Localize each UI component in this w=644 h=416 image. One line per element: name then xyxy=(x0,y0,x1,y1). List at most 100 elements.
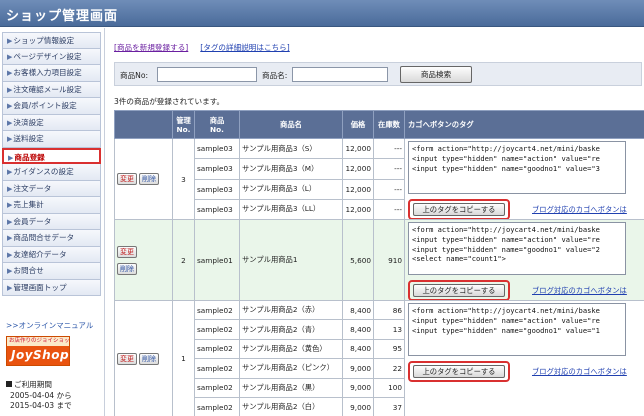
cell-name: サンプル用商品3（S） xyxy=(239,137,343,160)
top-links: [商品を新規登録する] [タグの詳細説明はこちら] xyxy=(114,42,290,53)
cell-price: 12,000 xyxy=(342,137,374,160)
search-button[interactable]: 商品検索 xyxy=(400,66,472,83)
cell-product-no: sample02 xyxy=(194,319,240,340)
sidebar-item-12[interactable]: ▶商品問合せデータ xyxy=(2,230,101,247)
tag-line: <input type="hidden" name="goodno1" valu… xyxy=(412,325,600,335)
tag-line: <input type="hidden" name="action" value… xyxy=(412,153,600,163)
product-name-label: 商品名: xyxy=(262,71,288,80)
search-bar: 商品No: 商品名: 商品検索 xyxy=(114,62,642,86)
sidebar-item-label: 管理画面トップ xyxy=(13,282,67,292)
triangle-right-icon: ▶ xyxy=(7,267,13,275)
delete-button[interactable]: 削除 xyxy=(117,262,137,275)
product-no-label: 商品No: xyxy=(120,71,149,80)
cell-name: サンプル用商品3（L） xyxy=(239,178,343,200)
edit-button[interactable]: 変更 xyxy=(117,173,137,185)
col-header-product-no: 商品 No. xyxy=(194,110,240,139)
triangle-right-icon: ▶ xyxy=(7,234,13,242)
table-row: 変更 削除 3 sample03 サンプル用商品3（S） 12,000 --- <form a… xyxy=(114,137,644,220)
logo-name: JoyShop xyxy=(7,346,69,365)
joyshop-logo[interactable]: お店作りのジョイショップ JoyShop xyxy=(6,336,70,366)
sidebar-item-label: 会員/ポイント設定 xyxy=(13,101,77,110)
row-actions: 変更 削除 xyxy=(114,219,173,301)
usage-period: ご利用期間 2005-04-04 から 2015-04-03 まで xyxy=(6,380,72,412)
sidebar-item-label: 決済設定 xyxy=(13,117,44,127)
table-header-row: 管理 No. 商品 No. 商品名 価格 在庫数 カゴへボタンのタグ xyxy=(114,110,644,139)
delete-button[interactable]: 削除 xyxy=(139,352,159,365)
edit-button[interactable]: 変更 xyxy=(117,352,137,365)
tag-help-link[interactable]: [タグの詳細説明はこちら] xyxy=(200,43,289,52)
cell-stock: 37 xyxy=(373,396,405,416)
usage-to: 2015-04-03 まで xyxy=(10,401,72,410)
cell-stock: 100 xyxy=(373,377,405,398)
delete-button[interactable]: 削除 xyxy=(139,173,159,185)
sidebar-item-3[interactable]: ▶注文確認メール設定 xyxy=(2,81,101,98)
copy-tag-button[interactable]: 上のタグをコピーする xyxy=(413,203,505,216)
sidebar-item-7[interactable]: ▶商品登録 xyxy=(2,147,101,164)
sidebar-item-1[interactable]: ▶ページデザイン設定 xyxy=(2,48,101,65)
col-header-name: 商品名 xyxy=(239,110,343,139)
blog-cart-link[interactable]: ブログ対応のカゴへボタンは xyxy=(532,367,627,377)
cell-name: サンプル用商品2（黄色） xyxy=(239,338,343,360)
cart-tag-textarea[interactable]: <form action="http://joycart4.net/mini/b… xyxy=(408,303,626,356)
cart-tag-cell: <form action="http://joycart4.net/mini/b… xyxy=(404,219,644,301)
tag-line: <input type="hidden" name="goodno1" valu… xyxy=(412,244,600,254)
sidebar-item-2[interactable]: ▶お客様入力項目設定 xyxy=(2,65,101,82)
edit-button[interactable]: 変更 xyxy=(117,245,137,258)
copy-highlight: 上のタグをコピーする xyxy=(408,199,510,219)
product-count: 3件の商品が登録されています。 xyxy=(114,97,225,106)
table-row: 変更 削除 2 sample01 サンプル用商品1 5,600 910 <form actio… xyxy=(114,219,644,301)
sidebar-item-9[interactable]: ▶注文データ xyxy=(2,180,101,197)
blog-cart-link[interactable]: ブログ対応のカゴへボタンは xyxy=(532,286,627,296)
cell-name: サンプル用商品2（青） xyxy=(239,319,343,340)
sidebar-item-6[interactable]: ▶送料設定 xyxy=(2,131,101,148)
cell-stock: 95 xyxy=(373,338,405,360)
product-name-input[interactable] xyxy=(292,67,388,82)
sidebar-item-label: 注文データ xyxy=(13,183,52,193)
tag-line: <select name="count1"> xyxy=(412,254,506,264)
product-table: 管理 No. 商品 No. 商品名 価格 在庫数 カゴへボタンのタグ 変更 削除 3… xyxy=(114,110,644,416)
cell-name: サンプル用商品3（LL） xyxy=(239,198,343,221)
online-manual-link[interactable]: >>オンラインマニュアル xyxy=(6,320,93,331)
sidebar-item-5[interactable]: ▶決済設定 xyxy=(2,114,101,131)
row-actions: 変更 削除 xyxy=(114,299,173,416)
cart-tag-cell: <form action="http://joycart4.net/mini/b… xyxy=(404,138,644,220)
cell-price: 8,400 xyxy=(342,299,374,321)
sidebar-item-4[interactable]: ▶会員/ポイント設定 xyxy=(2,98,101,115)
sidebar-item-8[interactable]: ▶ガイダンスの設定 xyxy=(2,164,101,181)
sidebar-item-15[interactable]: ▶管理画面トップ xyxy=(2,279,101,296)
cell-price: 8,400 xyxy=(342,319,374,340)
cart-tag-textarea[interactable]: <form action="http://joycart4.net/mini/b… xyxy=(408,222,626,275)
sidebar: ▶ショップ情報設定 ▶ページデザイン設定 ▶お客様入力項目設定 ▶注文確認メール設定 ▶… xyxy=(0,28,105,416)
sidebar-item-0[interactable]: ▶ショップ情報設定 xyxy=(2,32,101,49)
cart-tag-textarea[interactable]: <form action="http://joycart4.net/mini/b… xyxy=(408,141,626,194)
product-no-input[interactable] xyxy=(157,67,257,82)
triangle-right-icon: ▶ xyxy=(7,69,13,77)
triangle-right-icon: ▶ xyxy=(7,283,13,292)
cell-name: サンプル用商品2（赤） xyxy=(239,299,343,321)
new-product-link[interactable]: [商品を新規登録する] xyxy=(114,43,188,52)
sidebar-item-14[interactable]: ▶お問合せ xyxy=(2,263,101,280)
usage-from: 2005-04-04 から xyxy=(10,390,72,400)
sidebar-item-13[interactable]: ▶友達紹介データ xyxy=(2,246,101,263)
sidebar-item-10[interactable]: ▶売上集計 xyxy=(2,197,101,214)
cell-price: 9,000 xyxy=(342,377,374,398)
sidebar-item-label: 商品問合せデータ xyxy=(13,233,75,242)
copy-tag-button[interactable]: 上のタグをコピーする xyxy=(413,284,505,297)
copy-tag-button[interactable]: 上のタグをコピーする xyxy=(413,365,505,378)
blog-cart-link[interactable]: ブログ対応のカゴへボタンは xyxy=(532,205,627,215)
triangle-right-icon: ▶ xyxy=(7,135,13,143)
triangle-right-icon: ▶ xyxy=(7,85,13,94)
bullet-square-icon xyxy=(6,381,12,387)
copy-highlight: 上のタグをコピーする xyxy=(408,280,510,300)
copy-highlight: 上のタグをコピーする xyxy=(408,361,510,382)
cell-price: 9,000 xyxy=(342,358,374,379)
triangle-right-icon: ▶ xyxy=(7,37,13,45)
cell-price: 5,600 xyxy=(342,219,374,301)
cell-product-no: sample02 xyxy=(194,377,240,398)
cell-price: 9,000 xyxy=(342,396,374,416)
sidebar-item-11[interactable]: ▶会員データ xyxy=(2,213,101,230)
app-title: ショップ管理画面 xyxy=(0,0,644,27)
cell-product-no: sample02 xyxy=(194,396,240,416)
copy-row: 上のタグをコピーする ブログ対応のカゴへボタンは xyxy=(408,280,644,300)
tag-line: <form action="http://joycart4.net/mini/b… xyxy=(412,306,600,315)
